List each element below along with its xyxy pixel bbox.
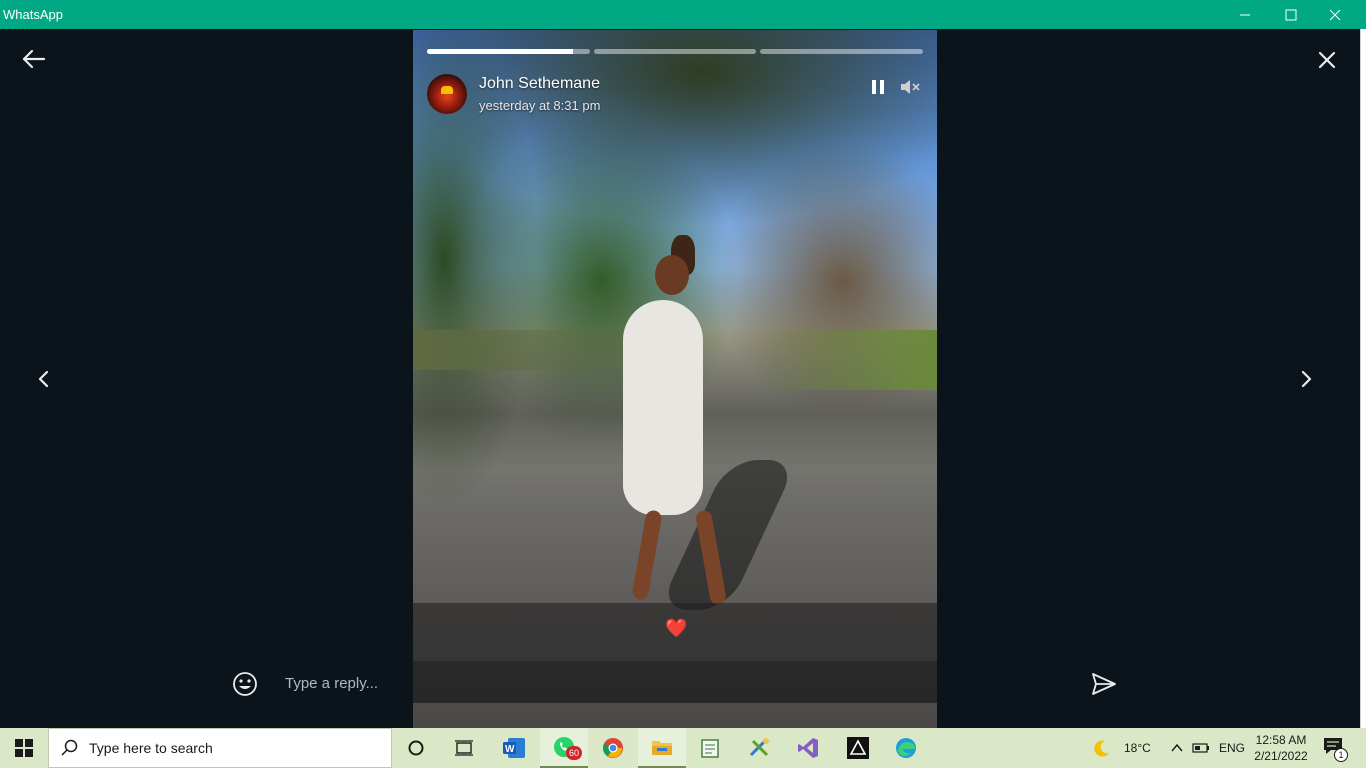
visual-studio-button[interactable]	[784, 728, 832, 768]
send-icon	[1092, 673, 1116, 695]
cortana-button[interactable]	[392, 728, 440, 768]
taskbar-search[interactable]: Type here to search	[48, 728, 392, 768]
chevron-up-icon	[1171, 743, 1183, 752]
status-timestamp: yesterday at 8:31 pm	[479, 98, 601, 113]
heart-emoji: ❤️	[665, 618, 688, 638]
progress-fill	[427, 49, 574, 54]
photo-head	[655, 255, 689, 295]
previous-status-button[interactable]	[32, 366, 56, 392]
status-caption: ❤️	[413, 603, 937, 661]
battery-button[interactable]	[1190, 728, 1212, 768]
photo-leg	[631, 509, 663, 601]
back-button[interactable]	[20, 47, 48, 71]
battery-icon	[1192, 743, 1209, 753]
task-view-icon	[455, 740, 473, 756]
maximize-icon	[1285, 9, 1297, 20]
close-icon	[1318, 51, 1336, 69]
chevron-right-icon	[1301, 370, 1312, 388]
taskbar: Type here to search W 60 18°C ENG 12:58 …	[0, 728, 1366, 768]
notepad-icon	[701, 739, 719, 758]
unread-badge: 60	[566, 746, 582, 760]
contact-name[interactable]: John Sethemane	[479, 75, 600, 93]
next-status-button[interactable]	[1294, 366, 1318, 392]
edge-button[interactable]	[882, 728, 930, 768]
git-icon	[847, 737, 869, 759]
send-button[interactable]	[1090, 671, 1118, 697]
input-language[interactable]: ENG	[1219, 741, 1245, 755]
word-button[interactable]: W	[490, 728, 538, 768]
file-explorer-button[interactable]	[638, 728, 686, 768]
weather-temperature[interactable]: 18°C	[1124, 741, 1151, 755]
minimize-button[interactable]	[1222, 0, 1268, 29]
emoji-button[interactable]	[232, 671, 258, 697]
chrome-icon	[603, 738, 623, 758]
title-bar: WhatsApp	[0, 0, 1366, 29]
start-button[interactable]	[0, 728, 48, 768]
pause-button[interactable]	[869, 78, 887, 96]
arrow-left-icon	[22, 49, 46, 69]
avatar[interactable]	[427, 74, 467, 114]
window-close-button[interactable]	[1312, 0, 1358, 29]
git-button[interactable]	[834, 728, 882, 768]
tool-icon	[749, 738, 769, 757]
whatsapp-taskbar-button[interactable]: 60	[540, 728, 588, 768]
notepad-button[interactable]	[686, 728, 734, 768]
cortana-icon	[408, 740, 424, 756]
word-icon: W	[503, 738, 525, 758]
search-placeholder: Type here to search	[89, 740, 213, 756]
edge-icon	[896, 738, 916, 758]
close-status-button[interactable]	[1314, 47, 1342, 73]
window-edge	[1360, 29, 1366, 728]
photo-grass-right	[757, 330, 937, 390]
chevron-left-icon	[38, 370, 49, 388]
clock-date: 2/21/2022	[1254, 749, 1308, 763]
chrome-button[interactable]	[589, 728, 637, 768]
show-hidden-icons-button[interactable]	[1166, 728, 1188, 768]
reply-input[interactable]	[285, 672, 1065, 694]
close-icon	[1329, 9, 1341, 20]
progress-segment	[760, 49, 924, 54]
clock-time: 12:58 AM	[1255, 733, 1307, 747]
status-viewer: John Sethemane yesterday at 8:31 pm ❤️	[0, 29, 1360, 728]
volume-muted-icon	[901, 80, 920, 94]
progress-segment	[427, 49, 590, 54]
status-progress	[427, 49, 924, 54]
svg-text:W: W	[505, 744, 515, 755]
folder-icon	[652, 741, 672, 755]
visual-studio-icon	[798, 738, 818, 758]
photo-grass-left	[413, 330, 633, 370]
search-icon	[49, 739, 89, 757]
windows-icon	[15, 739, 33, 757]
app-button[interactable]	[736, 728, 784, 768]
minimize-icon	[1240, 14, 1250, 15]
weather-button[interactable]	[1082, 728, 1122, 768]
pause-icon	[872, 80, 884, 94]
maximize-button[interactable]	[1268, 0, 1314, 29]
photo-dress	[623, 300, 703, 515]
clock[interactable]: 12:58 AM 2/21/2022	[1246, 732, 1316, 764]
progress-segment	[593, 49, 757, 54]
task-view-button[interactable]	[440, 728, 488, 768]
moon-icon	[1094, 740, 1109, 757]
smiley-icon	[233, 672, 257, 696]
window-title: WhatsApp	[3, 7, 63, 22]
mute-button[interactable]	[899, 77, 921, 97]
notification-count: 1	[1334, 748, 1348, 762]
